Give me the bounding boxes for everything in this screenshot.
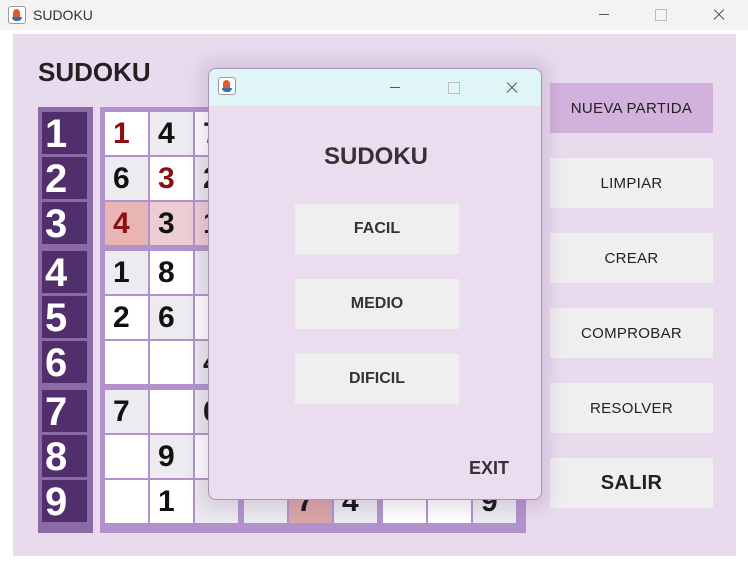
window-title: SUDOKU <box>33 7 93 23</box>
facil-button[interactable]: FACIL <box>295 204 459 254</box>
row-number: 6 <box>42 341 87 385</box>
board-cell[interactable]: 2 <box>105 296 148 339</box>
close-icon[interactable] <box>696 0 742 30</box>
board-cell[interactable]: 8 <box>150 251 193 294</box>
board-cell[interactable] <box>150 390 193 433</box>
limpiar-button[interactable]: LIMPIAR <box>550 158 713 208</box>
maximize-icon[interactable] <box>430 73 476 103</box>
salir-button[interactable]: SALIR <box>550 458 713 508</box>
board-cell[interactable]: 1 <box>105 112 148 155</box>
maximize-icon[interactable] <box>637 0 683 30</box>
board-cell[interactable]: 1 <box>105 251 148 294</box>
window-titlebar: SUDOKU <box>0 0 748 30</box>
board-cell[interactable] <box>105 435 148 478</box>
exit-button[interactable]: EXIT <box>457 453 521 483</box>
row-number: 3 <box>42 202 87 246</box>
minimize-icon[interactable] <box>372 73 418 103</box>
board-cell[interactable] <box>105 480 148 523</box>
minimize-icon[interactable] <box>581 0 627 30</box>
comprobar-button[interactable]: COMPROBAR <box>550 308 713 358</box>
difficulty-dialog: SUDOKU FACIL MEDIO DIFICIL EXIT <box>208 68 542 500</box>
dialog-title: SUDOKU <box>323 143 428 170</box>
nueva-partida-button[interactable]: NUEVA PARTIDA <box>550 83 713 133</box>
crear-button[interactable]: CREAR <box>550 233 713 283</box>
row-number: 2 <box>42 157 87 201</box>
close-icon[interactable] <box>489 73 535 103</box>
board-cell[interactable]: 6 <box>150 296 193 339</box>
resolver-button[interactable]: RESOLVER <box>550 383 713 433</box>
row-number: 7 <box>42 390 87 434</box>
board-cell[interactable]: 9 <box>150 435 193 478</box>
board-cell[interactable]: 4 <box>105 202 148 245</box>
board-cell[interactable]: 6 <box>105 157 148 200</box>
board-cell[interactable]: 1 <box>150 480 193 523</box>
medio-button[interactable]: MEDIO <box>295 279 459 329</box>
board-cell[interactable]: 7 <box>105 390 148 433</box>
board-cell[interactable]: 4 <box>150 112 193 155</box>
java-app-icon <box>218 77 236 95</box>
row-number: 5 <box>42 296 87 340</box>
row-number: 8 <box>42 435 87 479</box>
row-number-column: 123 456 789 <box>38 107 93 533</box>
dificil-button[interactable]: DIFICIL <box>295 354 459 404</box>
board-cell[interactable]: 3 <box>150 157 193 200</box>
java-app-icon <box>8 6 26 24</box>
board-cell[interactable]: 3 <box>150 202 193 245</box>
row-number: 9 <box>42 480 87 524</box>
row-number: 4 <box>42 251 87 295</box>
board-cell[interactable] <box>150 341 193 384</box>
board-cell[interactable] <box>105 341 148 384</box>
page-title: SUDOKU <box>38 57 151 87</box>
row-number: 1 <box>42 112 87 156</box>
dialog-titlebar <box>209 69 541 106</box>
